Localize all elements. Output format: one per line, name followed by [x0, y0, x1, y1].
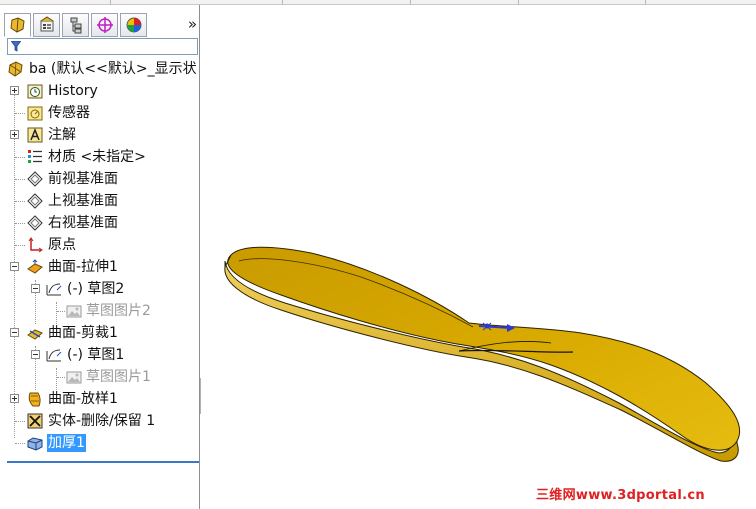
tree-connector [15, 421, 25, 422]
tree-connector [15, 443, 25, 444]
expand-toggle[interactable] [10, 130, 19, 139]
tree-item-label: 材质 <未指定> [48, 149, 146, 165]
part-icon [8, 61, 23, 77]
tree-item-right-plane[interactable]: 右视基准面 [0, 212, 200, 234]
dimxpert-icon [96, 17, 113, 33]
sketch-icon [46, 283, 62, 296]
collapse-toggle[interactable] [31, 350, 40, 359]
filter-icon [11, 41, 21, 52]
tree-item-label: (-) 草图2 [67, 281, 125, 297]
tree-item-label: 注解 [48, 127, 76, 143]
tree-connector [15, 245, 25, 246]
thickened-spoon-model[interactable] [201, 5, 756, 509]
delete-body-icon [27, 413, 43, 429]
feature-filter-input[interactable] [7, 38, 198, 55]
tree-item-top-plane[interactable]: 上视基准面 [0, 190, 200, 212]
tree-item-label: 上视基准面 [48, 193, 118, 209]
surface-trim-icon [27, 329, 43, 340]
tree-item-label: (-) 草图1 [67, 347, 125, 363]
tree-item-delete-body[interactable]: 实体-删除/保留 1 [0, 410, 200, 432]
tree-item-surface-loft[interactable]: 曲面-放样1 [0, 388, 200, 410]
tab-display-manager[interactable] [120, 13, 147, 37]
tree-item-label: 实体-删除/保留 1 [48, 413, 156, 429]
watermark: 三维网www.3dportal.cn [536, 488, 705, 503]
tree-item-label: 曲面-拉伸1 [48, 259, 118, 275]
tree-item-label: 前视基准面 [48, 171, 118, 187]
selection-indicator [7, 461, 199, 463]
tree-item-sensors[interactable]: 传感器 [0, 102, 200, 124]
tree-connector [57, 311, 65, 312]
tree-item-label: 右视基准面 [48, 215, 118, 231]
plane-icon [27, 215, 43, 231]
feature-manager-icon [9, 17, 25, 33]
tree-item-label: 曲面-放样1 [48, 391, 118, 407]
collapse-toggle[interactable] [31, 284, 40, 293]
tree-connector [15, 113, 25, 114]
tree-item-label: 草图图片1 [86, 369, 151, 385]
tab-configuration-manager[interactable] [62, 13, 89, 37]
history-icon [27, 84, 43, 99]
display-manager-icon [126, 17, 141, 33]
property-manager-icon [40, 16, 53, 32]
tab-feature-manager[interactable] [4, 13, 31, 37]
thicken-icon [27, 437, 43, 451]
tree-item-sketch-picture1[interactable]: 草图图片1 [0, 366, 200, 388]
sketch-picture-icon [66, 371, 82, 384]
tree-connector [57, 377, 65, 378]
tab-property-manager[interactable] [33, 13, 60, 37]
tree-item-label: 原点 [48, 237, 76, 253]
surface-extrude-icon [27, 259, 43, 274]
graphics-viewport[interactable]: 三维网www.3dportal.cn [201, 5, 756, 509]
more-tabs-button[interactable]: » [188, 15, 197, 33]
tree-item-front-plane[interactable]: 前视基准面 [0, 168, 200, 190]
configuration-manager-icon [70, 17, 81, 34]
tree-item-label: 加厚1 [47, 434, 86, 452]
tree-connector [15, 201, 25, 202]
feature-manager-panel: » ba (默认<<默认>_显示状 History 传感器 注解 材质 <未指定… [0, 5, 200, 509]
annotation-icon [27, 127, 43, 143]
tree-item-label: 草图图片2 [86, 303, 151, 319]
plane-icon [27, 193, 43, 209]
manager-tabs: » [2, 13, 198, 39]
sketch-picture-icon [66, 305, 82, 318]
origin-icon [28, 237, 43, 253]
tree-item-surface-trim[interactable]: 曲面-剪裁1 [0, 322, 200, 344]
tab-dimxpert-manager[interactable] [91, 13, 118, 37]
tree-item-annotations[interactable]: 注解 [0, 124, 200, 146]
tree-item-surface-extrude[interactable]: 曲面-拉伸1 [0, 256, 200, 278]
tree-root-label: ba (默认<<默认>_显示状 [29, 61, 197, 77]
sensor-icon [27, 106, 43, 121]
collapse-toggle[interactable] [10, 328, 19, 337]
material-icon [28, 150, 42, 163]
tree-connector [15, 179, 25, 180]
tree-item-label: 传感器 [48, 105, 90, 121]
collapse-toggle[interactable] [10, 262, 19, 271]
tree-connector [15, 157, 25, 158]
tree-item-sketch1[interactable]: (-) 草图1 [0, 344, 200, 366]
sketch-icon [46, 349, 62, 362]
tree-item-material[interactable]: 材质 <未指定> [0, 146, 200, 168]
tree-item-origin[interactable]: 原点 [0, 234, 200, 256]
tree-connector [15, 223, 25, 224]
expand-toggle[interactable] [10, 86, 19, 95]
tree-item-label: History [48, 83, 98, 99]
tree-item-thicken[interactable]: 加厚1 [0, 432, 200, 454]
tree-item-sketch-picture2[interactable]: 草图图片2 [0, 300, 200, 322]
tree-item-label: 曲面-剪裁1 [48, 325, 118, 341]
plane-icon [27, 171, 43, 187]
tree-item-sketch2[interactable]: (-) 草图2 [0, 278, 200, 300]
tree-item-history[interactable]: History [0, 80, 200, 102]
tree-root[interactable]: ba (默认<<默认>_显示状 [0, 58, 200, 80]
surface-loft-icon [28, 392, 41, 407]
expand-toggle[interactable] [10, 394, 19, 403]
